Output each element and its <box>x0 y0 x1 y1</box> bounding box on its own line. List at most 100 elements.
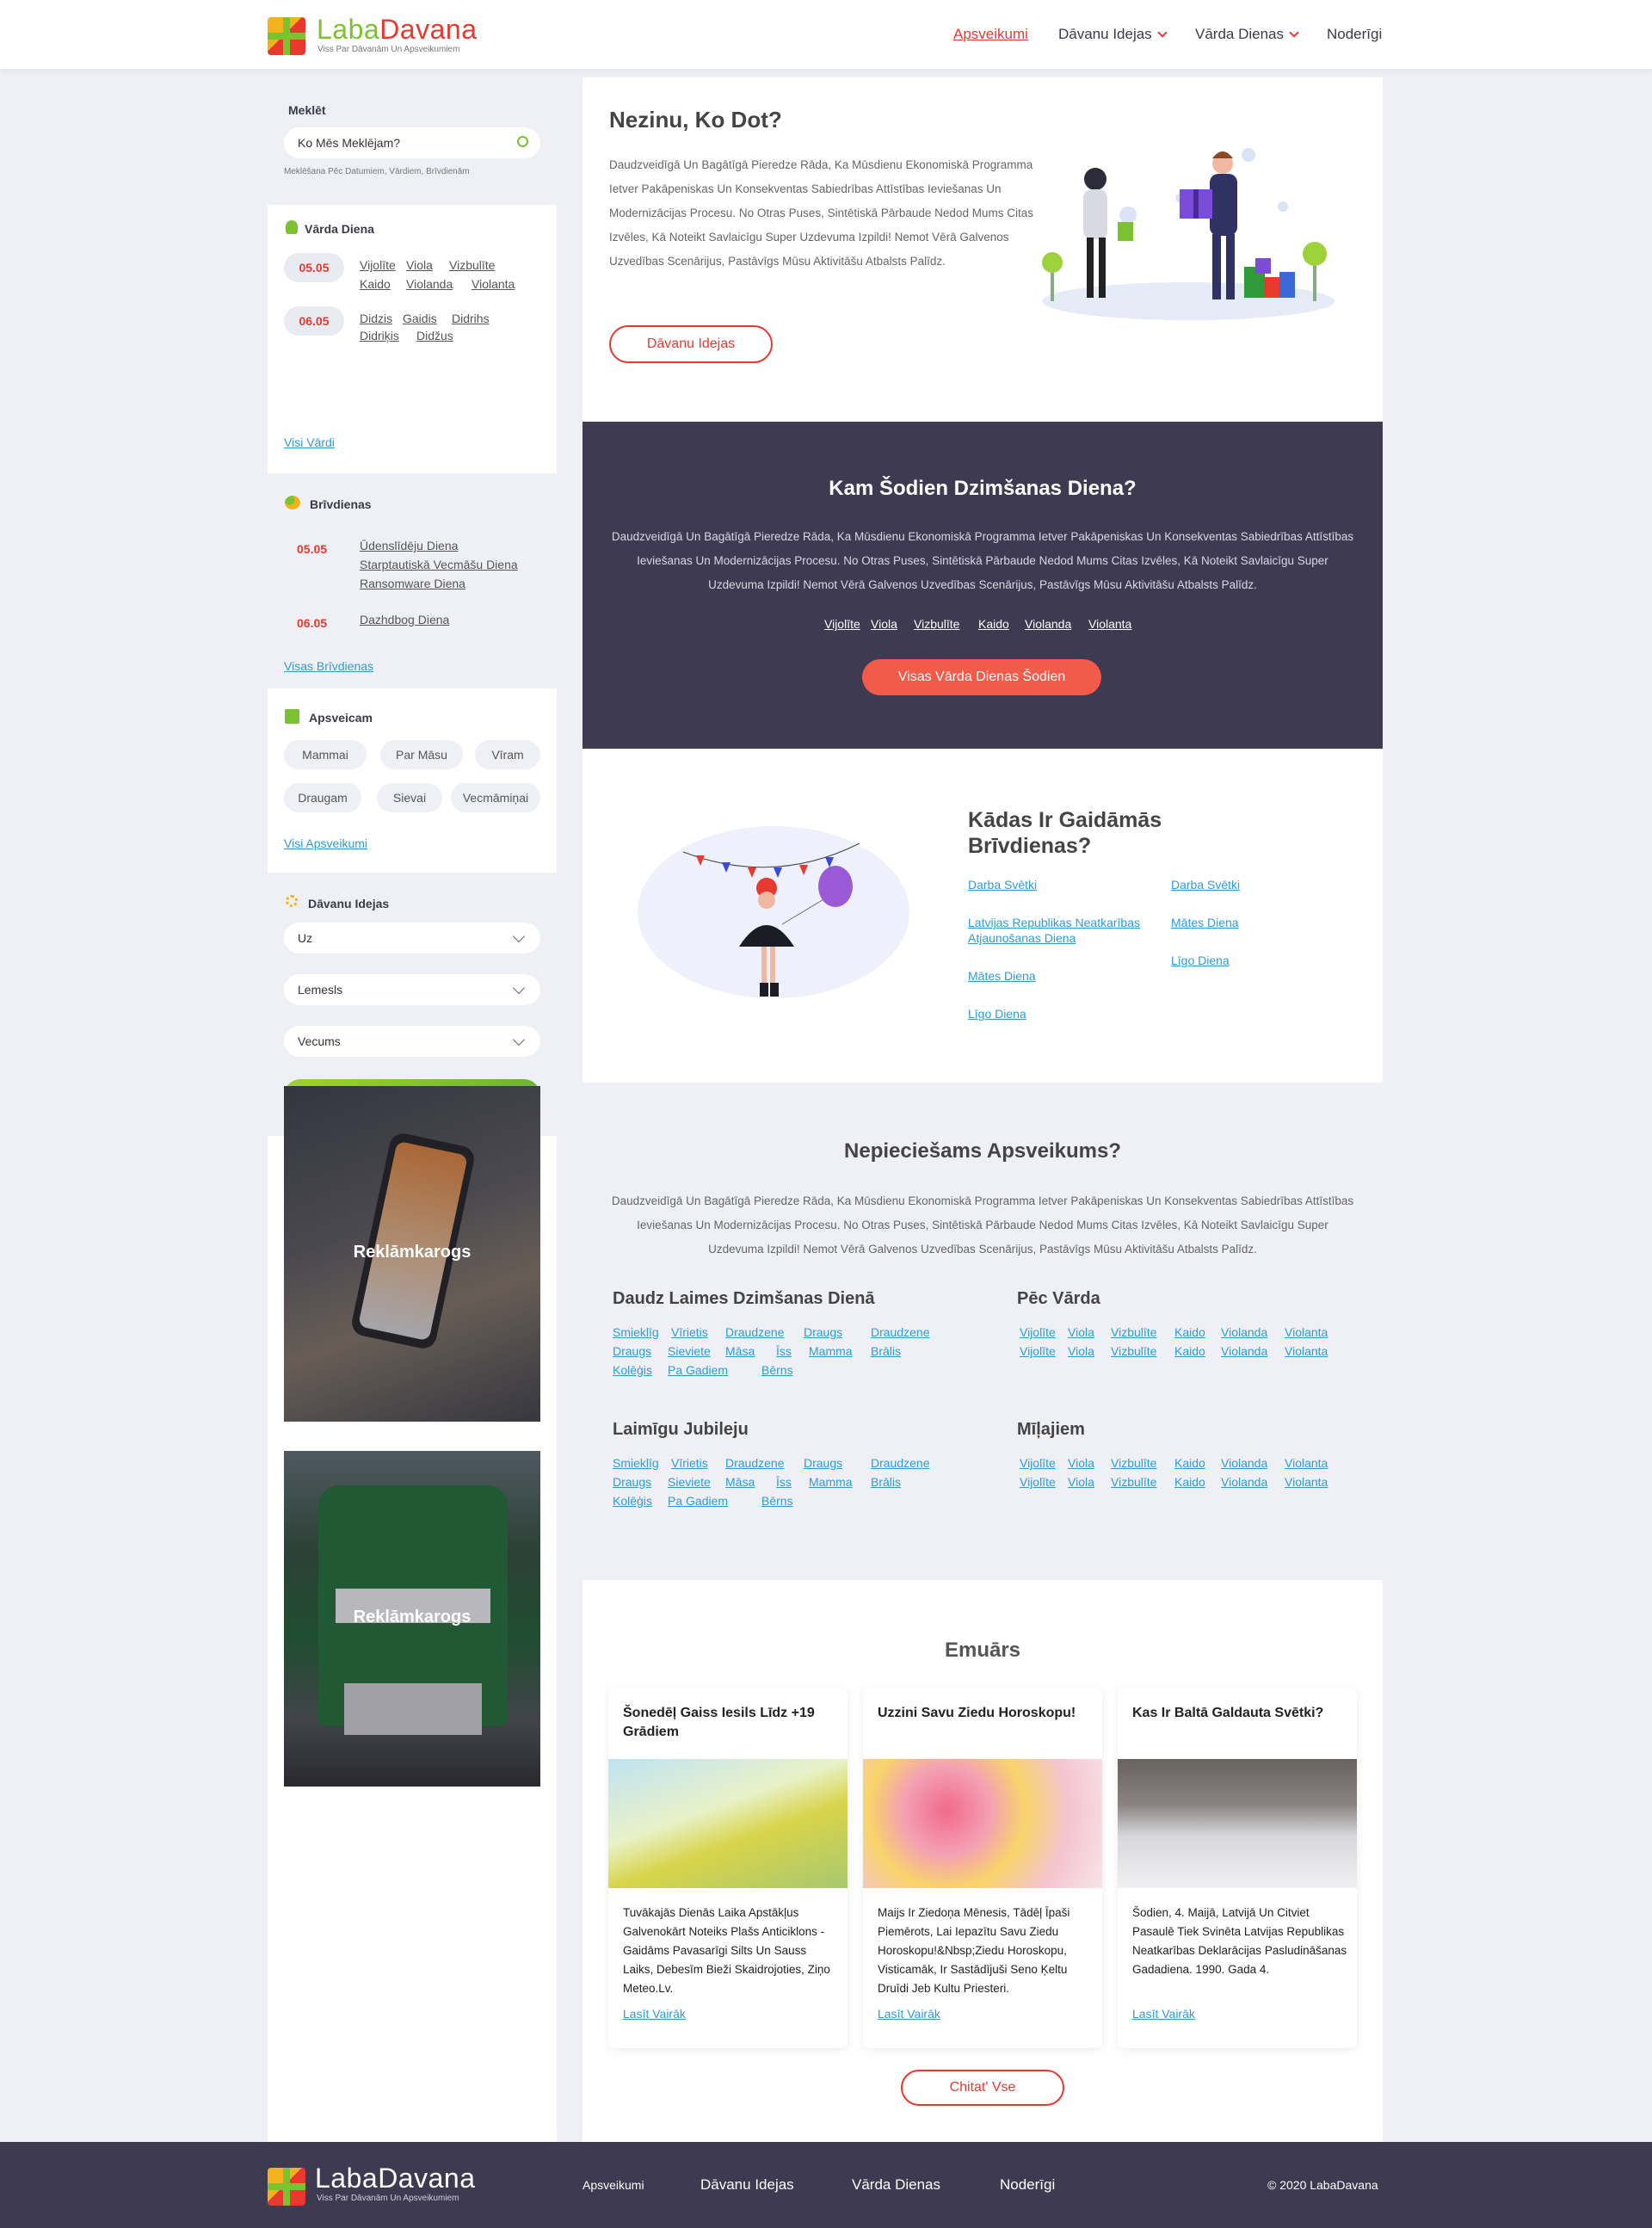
greeting-link[interactable]: Mamma <box>809 1475 853 1489</box>
name-link[interactable]: Didriķis <box>360 329 399 343</box>
greeting-link[interactable]: Vijolīte <box>1020 1475 1056 1489</box>
greeting-link[interactable]: Kolēģis <box>613 1494 652 1508</box>
greeting-link[interactable]: Vīrietis <box>671 1325 708 1339</box>
brand-name[interactable]: LabaDavana <box>315 2163 475 2194</box>
all-greetings-link[interactable]: Visi Apsveikumi <box>284 836 367 850</box>
name-link[interactable]: Viola <box>871 617 897 631</box>
greeting-link[interactable]: Violanta <box>1285 1344 1328 1358</box>
holiday-link[interactable]: Darba Svētki <box>968 878 1037 892</box>
greeting-link[interactable]: Viola <box>1068 1325 1094 1339</box>
greeting-link[interactable]: Viola <box>1068 1344 1094 1358</box>
logo-icon[interactable] <box>268 2168 305 2206</box>
search-input[interactable]: Ko Mēs Meklējam? <box>284 127 540 158</box>
greeting-link[interactable]: Brālis <box>871 1344 901 1358</box>
name-link[interactable]: Didzis <box>360 312 392 325</box>
name-link[interactable]: Violanta <box>1088 617 1131 631</box>
nav-varda-dienas[interactable]: Vārda Dienas <box>1195 26 1299 43</box>
greeting-link[interactable]: Māsa <box>725 1475 755 1489</box>
greeting-link[interactable]: Kaido <box>1174 1325 1205 1339</box>
post-title[interactable]: Kas Ir Baltā Galdauta Svētki? <box>1132 1704 1343 1723</box>
greeting-link[interactable]: Draugs <box>613 1475 651 1489</box>
greeting-link[interactable]: Vijolīte <box>1020 1456 1056 1470</box>
greeting-link[interactable]: Brālis <box>871 1475 901 1489</box>
greeting-link[interactable]: Pa Gadiem <box>668 1363 728 1377</box>
holiday-link[interactable]: Mātes Diena <box>1171 916 1239 929</box>
greeting-link[interactable]: Bērns <box>761 1494 793 1508</box>
greeting-link[interactable]: Pa Gadiem <box>668 1494 728 1508</box>
name-link[interactable]: Vijolīte <box>360 258 396 272</box>
greeting-link[interactable]: Kaido <box>1174 1456 1205 1470</box>
greeting-link[interactable]: Violanda <box>1221 1456 1267 1470</box>
name-link[interactable]: Violanta <box>472 277 515 291</box>
greeting-link[interactable]: Draudzene <box>725 1325 785 1339</box>
footer-link[interactable]: Apsveikumi <box>583 2178 644 2192</box>
holiday-link[interactable]: Ūdenslīdēju Diena <box>360 539 458 552</box>
select-reason[interactable]: Lemesls <box>284 974 540 1005</box>
greeting-link[interactable]: Draugs <box>613 1344 651 1358</box>
select-age[interactable]: Vecums <box>284 1026 540 1057</box>
holiday-link[interactable]: Līgo Diena <box>968 1007 1026 1021</box>
read-more-link[interactable]: Lasīt Vairāk <box>878 2007 940 2021</box>
name-link[interactable]: Kaido <box>360 277 391 291</box>
blog-post[interactable]: Uzzini Savu Ziedu Horoskopu! Maijs Ir Zi… <box>863 1688 1102 2048</box>
holiday-link[interactable]: Līgo Diena <box>1171 954 1230 967</box>
nav-apsveikumi[interactable]: Apsveikumi <box>953 26 1028 43</box>
all-namedays-button[interactable]: Visas Vārda Dienas Šodien <box>862 659 1101 695</box>
holiday-link[interactable]: Mātes Diena <box>968 969 1036 983</box>
brand-name[interactable]: LabaDavana <box>317 14 477 46</box>
greeting-link[interactable]: Bērns <box>761 1363 793 1377</box>
greeting-link[interactable]: Kaido <box>1174 1475 1205 1489</box>
greeting-link[interactable]: Mamma <box>809 1344 853 1358</box>
greeting-link[interactable]: Violanda <box>1221 1344 1267 1358</box>
name-link[interactable]: Violanda <box>406 277 453 291</box>
greet-tag[interactable]: Par Māsu <box>380 740 463 769</box>
greeting-link[interactable]: Draudzene <box>871 1456 930 1470</box>
holiday-link[interactable]: Ransomware Diena <box>360 577 465 590</box>
name-link[interactable]: Vizbulīte <box>914 617 959 631</box>
nav-noderigi[interactable]: Noderīgi <box>1327 26 1382 43</box>
search-icon[interactable] <box>517 136 528 147</box>
name-link[interactable]: Didrihs <box>452 312 490 325</box>
greeting-link[interactable]: Vijolīte <box>1020 1344 1056 1358</box>
holiday-link[interactable]: Darba Svētki <box>1171 878 1240 892</box>
greeting-link[interactable]: Smieklīg <box>613 1325 659 1339</box>
holiday-link[interactable]: Dazhdbog Diena <box>360 613 449 626</box>
greeting-link[interactable]: Īss <box>776 1344 792 1358</box>
nav-davanu-idejas[interactable]: Dāvanu Idejas <box>1058 26 1168 43</box>
ad-banner[interactable]: Reklāmkarogs <box>284 1451 540 1787</box>
greet-tag[interactable]: Vecmāmiņai <box>451 783 540 812</box>
greet-tag[interactable]: Sievai <box>377 783 442 812</box>
read-all-button[interactable]: Chitat' Vse <box>901 2070 1064 2106</box>
greeting-link[interactable]: Vīrietis <box>671 1456 708 1470</box>
greeting-link[interactable]: Vijolīte <box>1020 1325 1056 1339</box>
blog-post[interactable]: Šonedēļ Gaiss Iesils Līdz +19 Grādiem Tu… <box>608 1688 848 2048</box>
blog-post[interactable]: Kas Ir Baltā Galdauta Svētki? Šodien, 4.… <box>1118 1688 1357 2048</box>
greeting-link[interactable]: Sieviete <box>668 1475 711 1489</box>
greeting-link[interactable]: Vizbulīte <box>1111 1344 1156 1358</box>
all-holidays-link[interactable]: Visas Brīvdienas <box>284 659 373 673</box>
greeting-link[interactable]: Draudzene <box>725 1456 785 1470</box>
greet-tag[interactable]: Vīram <box>475 740 540 769</box>
name-link[interactable]: Violanda <box>1025 617 1071 631</box>
read-more-link[interactable]: Lasīt Vairāk <box>623 2007 686 2021</box>
greeting-link[interactable]: Draugs <box>804 1325 842 1339</box>
greeting-link[interactable]: Māsa <box>725 1344 755 1358</box>
greeting-link[interactable]: Violanda <box>1221 1475 1267 1489</box>
footer-link[interactable]: Dāvanu Idejas <box>700 2176 794 2194</box>
all-names-link[interactable]: Visi Vārdi <box>284 435 335 449</box>
greeting-link[interactable]: Violanta <box>1285 1456 1328 1470</box>
ad-banner[interactable]: Reklāmkarogs <box>284 1086 540 1422</box>
greeting-link[interactable]: Vizbulīte <box>1111 1475 1156 1489</box>
greeting-link[interactable]: Sieviete <box>668 1344 711 1358</box>
name-link[interactable]: Didžus <box>416 329 453 343</box>
greeting-link[interactable]: Violanta <box>1285 1325 1328 1339</box>
greeting-link[interactable]: Violanda <box>1221 1325 1267 1339</box>
greeting-link[interactable]: Viola <box>1068 1475 1094 1489</box>
greeting-link[interactable]: Kolēģis <box>613 1363 652 1377</box>
greeting-link[interactable]: Vizbulīte <box>1111 1456 1156 1470</box>
name-link[interactable]: Viola <box>406 258 433 272</box>
name-link[interactable]: Vizbulīte <box>449 258 495 272</box>
greeting-link[interactable]: Kaido <box>1174 1344 1205 1358</box>
greet-tag[interactable]: Draugam <box>284 783 361 812</box>
logo-icon[interactable] <box>268 17 305 55</box>
